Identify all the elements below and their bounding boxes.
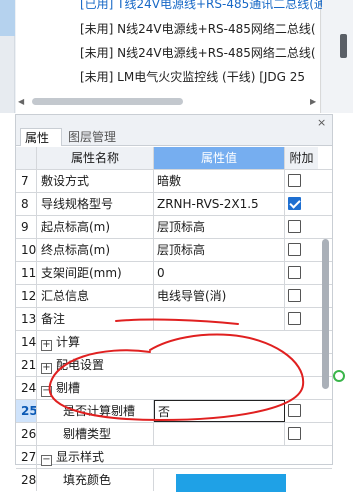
table-row[interactable]: 26 剔槽类型 (16, 423, 332, 446)
table-row[interactable]: 12 汇总信息 电线导管(消) (16, 285, 332, 308)
scroll-right-icon[interactable]: ▶ (310, 97, 316, 106)
collapse-icon[interactable]: − (41, 386, 52, 397)
drawing-list-panel: [已用] T线24V电源线+RS-485通讯二总线(通 [未用] N线24V电源… (0, 0, 353, 113)
table-row[interactable]: 7 敷设方式 暗敷 (16, 170, 332, 193)
row-index: 11 (16, 262, 37, 284)
row-index: 21 (16, 354, 37, 376)
property-name: 填充颜色 (37, 469, 154, 491)
add-checkbox[interactable] (288, 174, 301, 187)
add-checkbox[interactable] (288, 220, 301, 233)
property-name: 导线规格型号 (37, 193, 154, 215)
group-name: 剔槽 (56, 381, 81, 395)
add-checkbox[interactable] (288, 427, 301, 440)
expand-icon[interactable]: + (41, 340, 52, 351)
property-value[interactable] (154, 308, 285, 330)
snap-point-icon[interactable] (333, 370, 345, 382)
group-name: 显示样式 (56, 450, 105, 464)
property-value[interactable]: 0 (154, 262, 285, 284)
row-index: 9 (16, 216, 37, 238)
table-row[interactable]: 11 支架间距(mm) 0 (16, 262, 332, 285)
header-add: 附加 (285, 147, 318, 169)
header-index (16, 147, 37, 169)
group-name: 计算 (56, 335, 81, 349)
add-checkbox[interactable] (288, 404, 301, 417)
group-label[interactable]: + 计算 (37, 331, 297, 353)
property-name: 备注 (37, 308, 154, 330)
property-value[interactable]: 层顶标高 (154, 216, 285, 238)
add-checkbox[interactable] (288, 289, 301, 302)
property-name: 敷设方式 (37, 170, 154, 192)
group-row-distribution[interactable]: 21 + 配电设置 (16, 354, 332, 377)
table-row[interactable]: 8 导线规格型号 ZRNH-RVS-2X1.5 (16, 193, 332, 216)
header-value: 属性值 (154, 147, 285, 169)
add-checkbox[interactable] (288, 243, 301, 256)
list-item[interactable]: [未用] LM电气火灾监控线 (干线) [JDG 25 (80, 65, 305, 89)
close-icon[interactable]: × (317, 116, 326, 129)
property-name: 汇总信息 (37, 285, 154, 307)
row-index: 7 (16, 170, 37, 192)
collapse-icon[interactable]: − (41, 455, 52, 466)
horizontal-scrollbar[interactable]: ◀ ▶ (18, 95, 318, 107)
list-item[interactable]: [未用] N线24V电源线+RS-485网络二总线( (80, 17, 316, 41)
property-value[interactable]: 暗敷 (154, 170, 285, 192)
list-item[interactable]: [未用] N线24V电源线+RS-485网络二总线( (80, 41, 316, 65)
vertical-scrollbar[interactable] (318, 235, 332, 465)
table-row[interactable]: 9 起点标高(m) 层顶标高 (16, 216, 332, 239)
table-row[interactable]: 10 终点标高(m) 层顶标高 (16, 239, 332, 262)
property-name: 起点标高(m) (37, 216, 154, 238)
property-name: 终点标高(m) (37, 239, 154, 261)
table-row[interactable]: 28 填充颜色 (16, 469, 332, 492)
header-name: 属性名称 (37, 147, 154, 169)
table-row-selected[interactable]: 25 是否计算剔槽 否 (16, 400, 332, 423)
property-value[interactable]: 层顶标高 (154, 239, 285, 261)
row-index: 13 (16, 308, 37, 330)
group-row-display[interactable]: 27 − 显示样式 (16, 446, 332, 469)
row-index: 24 (16, 377, 37, 399)
property-value[interactable]: 电线导管(消) (154, 285, 285, 307)
left-strip (0, 0, 15, 113)
scrollbar-thumb[interactable] (322, 239, 329, 389)
group-row-calc[interactable]: 14 + 计算 (16, 331, 332, 354)
property-value[interactable]: ZRNH-RVS-2X1.5 (154, 193, 285, 215)
property-name: 支架间距(mm) (37, 262, 154, 284)
row-index: 28 (16, 469, 37, 491)
vertical-scroll-thumb[interactable] (340, 34, 347, 58)
property-name: 剔槽类型 (37, 423, 154, 445)
group-label[interactable]: − 剔槽 (37, 377, 297, 399)
list-item[interactable]: [已用] T线24V电源线+RS-485通讯二总线(通 (80, 0, 326, 16)
row-index: 25 (16, 400, 37, 422)
row-index: 26 (16, 423, 37, 445)
table-header: 属性名称 属性值 附加 (16, 147, 332, 170)
add-checkbox[interactable] (288, 197, 301, 210)
add-checkbox[interactable] (288, 266, 301, 279)
fill-color-swatch[interactable] (176, 474, 286, 492)
group-name: 配电设置 (56, 358, 105, 372)
add-checkbox[interactable] (288, 312, 301, 325)
selection-marker (0, 0, 15, 36)
table-row[interactable]: 13 备注 (16, 308, 332, 331)
drawing-canvas[interactable] (334, 114, 353, 465)
property-panel: 属性 图层管理 × 属性名称 属性值 附加 7 敷设方式 暗敷 8 导线规格型号… (15, 114, 333, 492)
tab-bar: 属性 图层管理 × (16, 115, 332, 146)
property-value[interactable] (154, 423, 285, 445)
row-index: 10 (16, 239, 37, 261)
property-value-editor[interactable]: 否 (154, 400, 285, 422)
row-index: 14 (16, 331, 37, 353)
tab-properties[interactable]: 属性 (20, 128, 62, 146)
row-index: 12 (16, 285, 37, 307)
row-index: 8 (16, 193, 37, 215)
scroll-left-icon[interactable]: ◀ (18, 97, 24, 106)
property-name: 是否计算剔槽 (37, 400, 154, 422)
scrollbar-thumb[interactable] (32, 98, 183, 105)
tab-layer-manager[interactable]: 图层管理 (64, 128, 134, 146)
expand-icon[interactable]: + (41, 363, 52, 374)
right-gutter (322, 0, 353, 113)
group-row-groove[interactable]: 24 − 剔槽 (16, 377, 332, 400)
group-label[interactable]: + 配电设置 (37, 354, 297, 376)
